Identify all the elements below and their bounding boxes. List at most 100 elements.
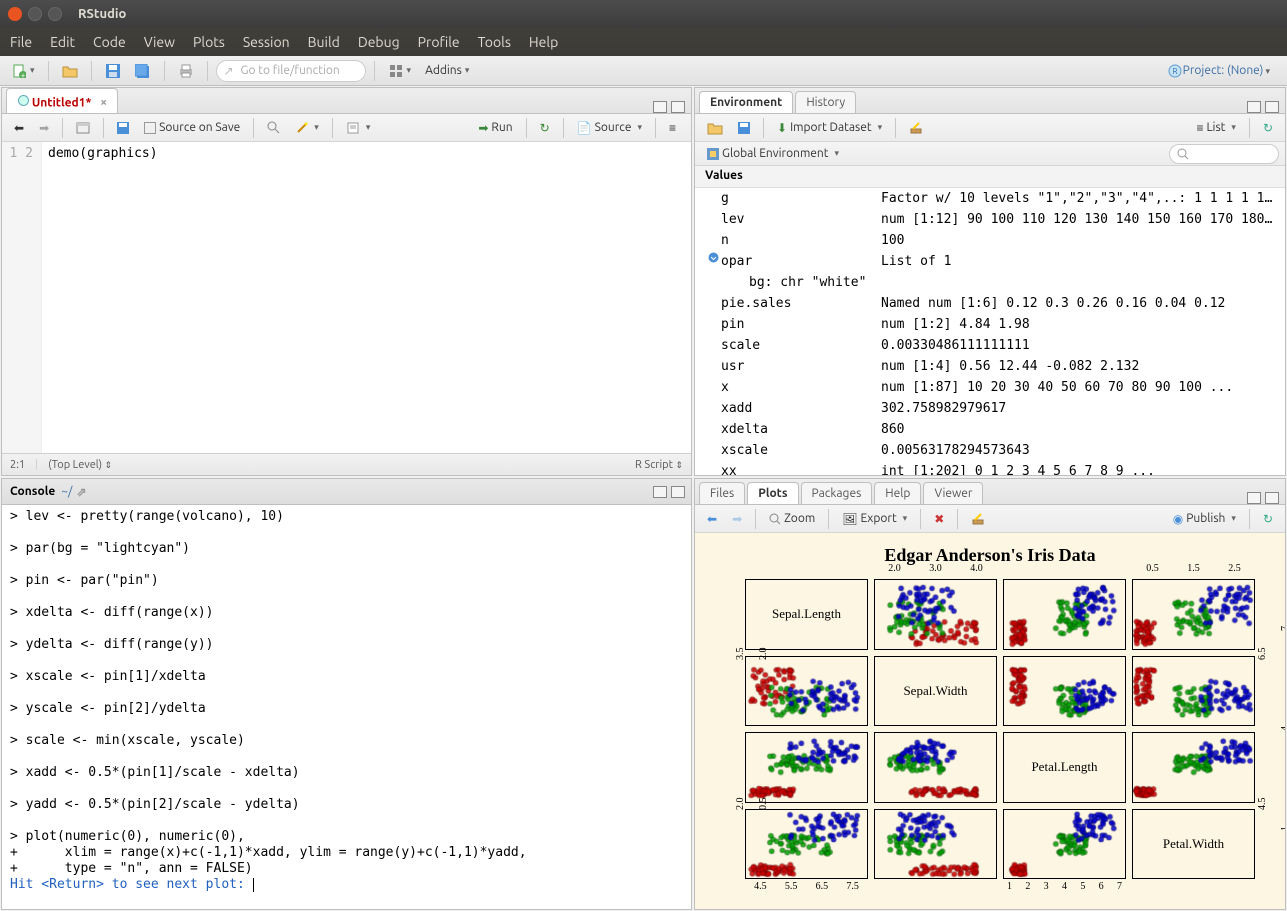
pane-minimize-button[interactable] [1247, 101, 1261, 113]
env-row[interactable]: pinnum [1:2] 4.84 1.98 [695, 314, 1285, 335]
goto-file-input[interactable]: ↗Go to file/function [216, 60, 366, 82]
editor-body[interactable]: 1 2 demo(graphics) [2, 142, 691, 453]
pane-maximize-button[interactable] [1265, 492, 1279, 504]
pane-maximize-button[interactable] [1265, 101, 1279, 113]
open-file-button[interactable] [57, 60, 83, 82]
load-workspace-button[interactable] [701, 118, 729, 138]
import-dataset-button[interactable]: ⬇Import Dataset [771, 118, 888, 138]
tab-plots[interactable]: Plots [747, 482, 798, 504]
window-maximize-button[interactable] [48, 7, 62, 21]
env-search-input[interactable] [1169, 144, 1279, 164]
pairs-cell: Sepal.Width [874, 656, 997, 727]
pane-maximize-button[interactable] [671, 101, 685, 113]
console-body[interactable]: > lev <- pretty(range(volcano), 10) > pa… [2, 505, 691, 909]
tab-history[interactable]: History [795, 91, 856, 113]
view-mode-dropdown[interactable]: ≡ List [1190, 118, 1242, 138]
menu-profile[interactable]: Profile [418, 34, 460, 50]
pairs-cell [1003, 579, 1126, 650]
pairs-cell [874, 732, 997, 803]
pane-minimize-button[interactable] [653, 101, 667, 113]
menu-session[interactable]: Session [243, 34, 290, 50]
pane-maximize-button[interactable] [671, 486, 685, 498]
env-row[interactable]: xnum [1:87] 10 20 30 40 50 60 70 80 90 1… [695, 377, 1285, 398]
console-popout-icon[interactable]: ⇗ [76, 485, 86, 499]
tab-viewer[interactable]: Viewer [923, 482, 983, 504]
plot-next-button[interactable]: ➡ [726, 509, 748, 529]
source-toolbar: ⬅ ➡ Source on Save ➡Run ↻ 📄Source ≡ [2, 114, 691, 142]
pairs-cell [1003, 656, 1126, 727]
clear-all-plots-button[interactable] [965, 509, 991, 529]
save-all-button[interactable] [130, 60, 156, 82]
env-row[interactable]: pie.salesNamed num [1:6] 0.12 0.3 0.26 0… [695, 293, 1285, 314]
find-button[interactable] [261, 118, 287, 138]
zoom-button[interactable]: Zoom [763, 509, 821, 529]
env-scope-label: Global Environment [722, 147, 829, 160]
menu-edit[interactable]: Edit [50, 34, 75, 50]
menu-help[interactable]: Help [529, 34, 558, 50]
print-button[interactable] [173, 60, 199, 82]
env-row[interactable]: scale0.00330486111111111 [695, 335, 1285, 356]
refresh-env-button[interactable]: ↻ [1257, 118, 1279, 138]
rerun-button[interactable]: ↻ [534, 118, 556, 138]
env-row[interactable]: bg: chr "white" [695, 272, 1285, 293]
pane-minimize-button[interactable] [1247, 492, 1261, 504]
menu-view[interactable]: View [144, 34, 175, 50]
env-row[interactable]: xadd302.758982979617 [695, 398, 1285, 419]
rscript-icon [17, 93, 29, 109]
plot-area: Edgar Anderson's Iris Data 2.03.04.0 0.5… [695, 533, 1285, 909]
remove-plot-button[interactable]: ✖ [928, 509, 950, 529]
refresh-plot-button[interactable]: ↻ [1257, 509, 1279, 529]
menu-build[interactable]: Build [308, 34, 340, 50]
tab-close-button[interactable]: × [100, 96, 107, 109]
clear-workspace-button[interactable] [903, 118, 929, 138]
source-on-save-checkbox[interactable]: Source on Save [138, 118, 246, 138]
window-minimize-button[interactable] [28, 7, 42, 21]
source-dropdown-button[interactable]: 📄Source [571, 118, 648, 138]
run-button[interactable]: ➡Run [472, 118, 518, 138]
save-workspace-button[interactable] [732, 118, 756, 138]
back-button[interactable]: ⬅ [8, 118, 30, 138]
tab-help[interactable]: Help [874, 482, 921, 504]
grid-button[interactable] [383, 60, 417, 82]
tab-files[interactable]: Files [699, 482, 745, 504]
menu-file[interactable]: File [10, 34, 32, 50]
env-row[interactable]: xdelta860 [695, 419, 1285, 440]
env-row[interactable]: xxint [1:202] 0 1 2 3 4 5 6 7 8 9 ... [695, 461, 1285, 475]
forward-button[interactable]: ➡ [33, 118, 55, 138]
env-row[interactable]: gFactor w/ 10 levels "1","2","3","4",..:… [695, 188, 1285, 209]
env-row[interactable]: levnum [1:12] 90 100 110 120 130 140 150… [695, 209, 1285, 230]
tab-packages[interactable]: Packages [801, 482, 873, 504]
editor-code[interactable]: demo(graphics) [42, 142, 691, 453]
plot-prev-button[interactable]: ⬅ [701, 509, 723, 529]
save-button[interactable] [100, 60, 126, 82]
language-selector[interactable]: R Script ⇕ [635, 459, 683, 471]
export-button[interactable]: 🖼 Export [836, 509, 913, 529]
project-menu[interactable]: RProject: (None) [1162, 60, 1281, 82]
env-row[interactable]: oparList of 1 [695, 251, 1285, 272]
compile-report-button[interactable] [340, 118, 377, 138]
new-file-button[interactable]: + [6, 60, 40, 82]
env-row[interactable]: xscale0.00563178294573643 [695, 440, 1285, 461]
save-source-button[interactable] [111, 118, 135, 138]
source-tab-untitled[interactable]: Untitled1* × [6, 88, 118, 114]
svg-text:R: R [1172, 67, 1177, 76]
tab-environment[interactable]: Environment [699, 91, 793, 113]
env-scope-selector[interactable]: Global Environment [701, 144, 845, 164]
env-row[interactable]: usrnum [1:4] 0.56 12.44 -0.082 2.132 [695, 356, 1285, 377]
addins-dropdown[interactable]: Addins [420, 60, 474, 82]
menu-tools[interactable]: Tools [478, 34, 511, 50]
menu-code[interactable]: Code [93, 34, 126, 50]
publish-button[interactable]: ◉ Publish [1167, 509, 1242, 529]
menu-debug[interactable]: Debug [358, 34, 400, 50]
pane-minimize-button[interactable] [653, 486, 667, 498]
editor-gutter: 1 2 [2, 142, 42, 453]
scope-selector[interactable]: (Top Level) ⇕ [48, 459, 112, 471]
goto-placeholder: Go to file/function [241, 64, 340, 77]
env-row[interactable]: n100 [695, 230, 1285, 251]
pairs-cell [1132, 656, 1255, 727]
outline-button[interactable]: ≡ [663, 118, 685, 138]
menu-plots[interactable]: Plots [193, 34, 225, 50]
show-in-new-window-button[interactable] [70, 118, 96, 138]
window-close-button[interactable] [8, 7, 22, 21]
wand-button[interactable] [290, 118, 325, 138]
